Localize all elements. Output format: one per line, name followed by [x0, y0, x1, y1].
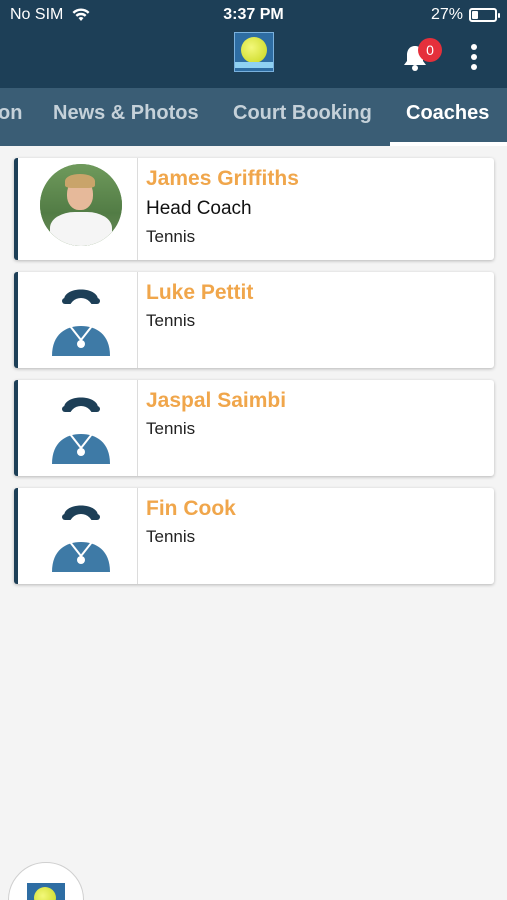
- coach-name: Fin Cook: [146, 497, 236, 520]
- coach-sport: Tennis: [146, 419, 196, 438]
- coach-name: Luke Pettit: [146, 281, 254, 304]
- coach-photo: [40, 164, 122, 246]
- tennis-ball-icon: [34, 887, 56, 900]
- active-tab-indicator: [390, 142, 507, 146]
- coach-photo-cell: [18, 488, 138, 584]
- coach-name: James Griffiths: [146, 167, 299, 190]
- coach-card[interactable]: Jaspal Saimbi Tennis: [14, 380, 494, 476]
- logo-stripe: [235, 62, 273, 68]
- floating-club-button[interactable]: [8, 862, 84, 900]
- status-right: 27%: [430, 6, 500, 24]
- battery-percent: 27%: [430, 6, 463, 23]
- coach-info: Luke Pettit Tennis: [146, 278, 486, 334]
- coach-info: James Griffiths Head Coach Tennis: [146, 164, 486, 250]
- coach-card[interactable]: Luke Pettit Tennis: [14, 272, 494, 368]
- notification-badge[interactable]: 0: [418, 38, 442, 62]
- coach-placeholder-icon: [52, 505, 110, 572]
- tab-news-photos[interactable]: News & Photos: [53, 88, 199, 146]
- coach-placeholder-icon: [52, 397, 110, 464]
- coach-info: Jaspal Saimbi Tennis: [146, 386, 486, 442]
- coach-sport: Tennis: [146, 227, 196, 246]
- coach-photo-cell: [18, 158, 138, 260]
- club-logo-small: [27, 883, 65, 900]
- tennis-ball-icon: [241, 37, 267, 63]
- app-header: No SIM 3:37 PM 27% 0: [0, 0, 507, 88]
- coach-role: Head Coach: [146, 198, 252, 219]
- battery-level: [472, 11, 478, 19]
- coach-info: Fin Cook Tennis: [146, 494, 486, 550]
- tab-coaches[interactable]: Coaches: [406, 88, 489, 146]
- coach-card[interactable]: James Griffiths Head Coach Tennis: [14, 158, 494, 260]
- tab-bar: on News & Photos Court Booking Coaches: [0, 88, 507, 146]
- coach-photo-cell: [18, 380, 138, 476]
- coach-sport: Tennis: [146, 527, 196, 546]
- club-logo[interactable]: [234, 32, 274, 72]
- coach-photo-cell: [18, 272, 138, 368]
- coach-sport: Tennis: [146, 311, 196, 330]
- tab-court-booking[interactable]: Court Booking: [233, 88, 372, 146]
- coach-card[interactable]: Fin Cook Tennis: [14, 488, 494, 584]
- more-options-icon[interactable]: [466, 44, 482, 72]
- battery-icon: [469, 8, 500, 22]
- coach-name: Jaspal Saimbi: [146, 389, 287, 412]
- tab-partial[interactable]: on: [0, 88, 22, 146]
- status-bar: No SIM 3:37 PM 27%: [0, 0, 507, 30]
- coach-placeholder-icon: [52, 289, 110, 356]
